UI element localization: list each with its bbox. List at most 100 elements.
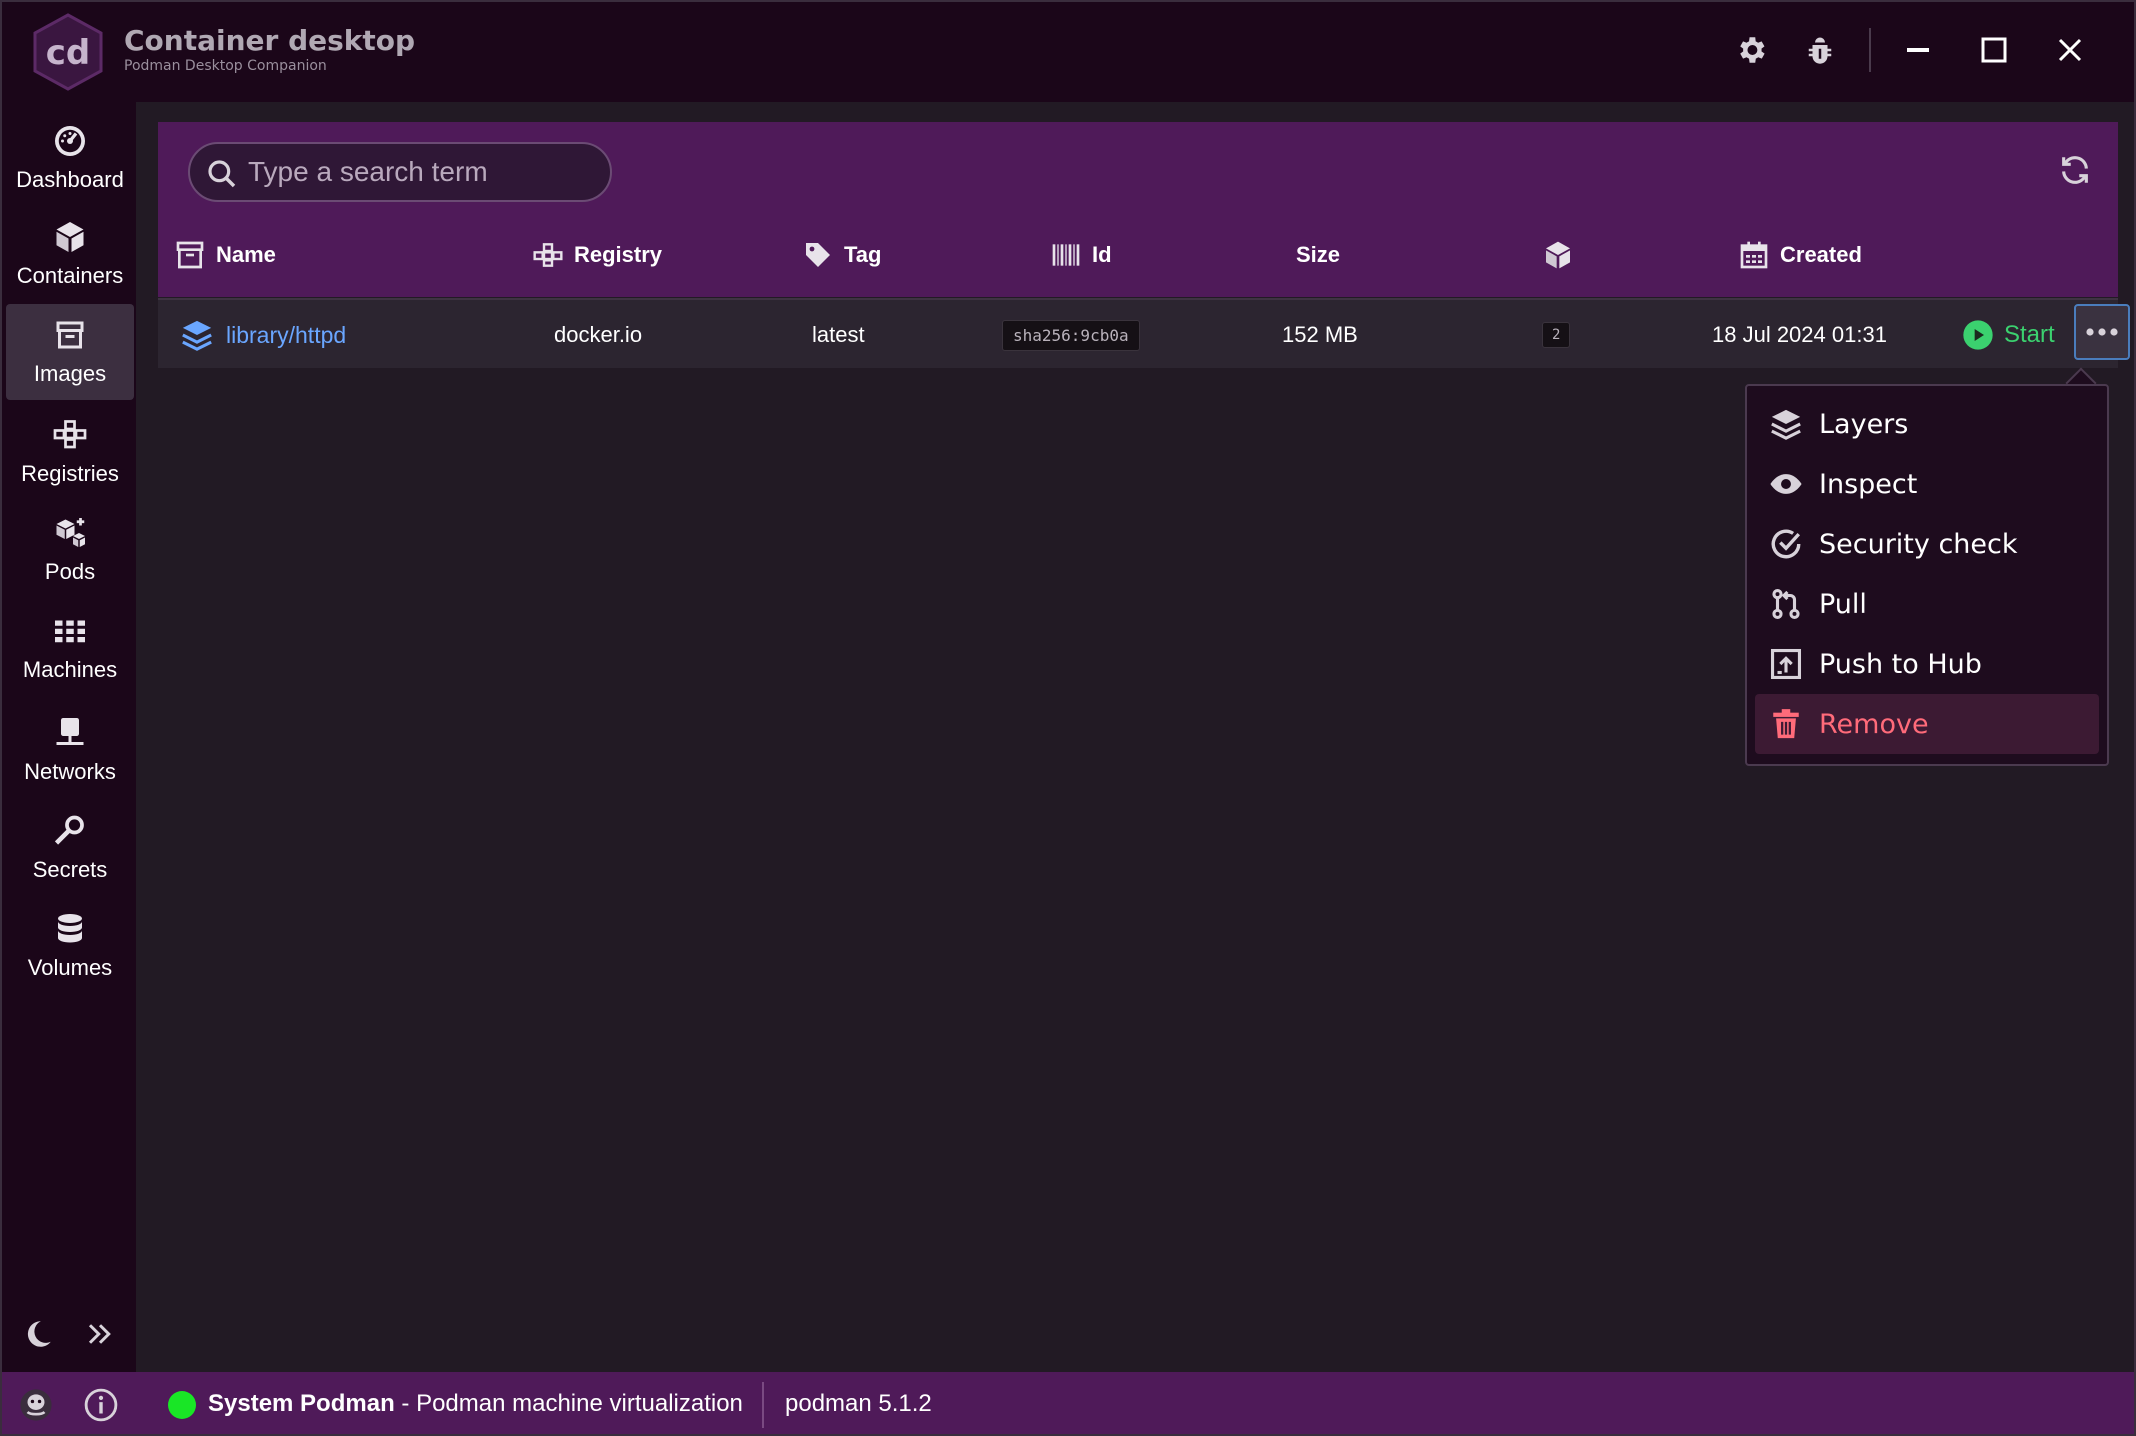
maximize-button[interactable] (1972, 28, 2016, 72)
network-icon (56, 718, 84, 745)
column-label-created: Created (1780, 242, 1862, 267)
sidebar-item-registries[interactable]: Registries (6, 404, 134, 500)
image-registry: docker.io (554, 322, 643, 347)
cube-icon (56, 222, 84, 252)
container-count: 2 (1542, 322, 1571, 348)
image-tag: latest (812, 322, 865, 347)
ellipsis-icon (2086, 328, 2118, 336)
sidebar-item-pods[interactable]: Pods (6, 502, 134, 598)
refresh-button[interactable] (2053, 148, 2097, 192)
sidebar-item-containers[interactable]: Containers (6, 206, 134, 302)
grid-icon (55, 620, 85, 643)
engine-name: System Podman (208, 1390, 395, 1417)
registry-icon (53, 420, 87, 449)
layers-icon (1771, 409, 1801, 440)
image-size: 152 MB (1282, 322, 1358, 347)
expand-sidebar-button[interactable] (78, 1312, 122, 1356)
column-header-size[interactable]: Size (1296, 234, 1340, 276)
column-label-registry: Registry (574, 242, 663, 267)
moon-icon (27, 1321, 51, 1347)
sidebar-item-secrets[interactable]: Secrets (6, 800, 134, 896)
start-button[interactable]: Start (1962, 312, 2055, 358)
sidebar-item-networks[interactable]: Networks (6, 702, 134, 798)
sidebar-label-images: Images (33, 361, 107, 386)
column-label-tag: Tag (844, 242, 882, 267)
image-id-cell: sha256:9cb0a (1002, 300, 1140, 370)
key-icon (54, 815, 84, 845)
sidebar-item-machines[interactable]: Machines (6, 600, 134, 696)
column-header-containers[interactable] (1542, 234, 1574, 276)
check-circle-icon (1771, 529, 1801, 559)
minimize-button[interactable] (1896, 28, 1940, 72)
image-id: sha256:9cb0a (1002, 319, 1140, 351)
theme-toggle-button[interactable] (16, 1312, 60, 1356)
status-separator (762, 1382, 764, 1428)
sidebar-item-volumes[interactable]: Volumes (6, 898, 134, 994)
sidebar-label-registries: Registries (21, 461, 119, 486)
column-header-tag[interactable]: Tag (802, 234, 881, 276)
sidebar-label-machines: Machines (22, 657, 118, 682)
settings-button[interactable] (1729, 28, 1773, 72)
search-box (188, 142, 612, 202)
image-name-link[interactable]: library/httpd (226, 322, 346, 349)
engine-version: podman 5.1.2 (785, 1390, 932, 1417)
status-bar: System Podman - Podman machine virtualiz… (2, 1372, 2134, 1434)
column-header-created[interactable]: Created (1738, 234, 1862, 276)
gauge-icon (55, 126, 85, 156)
cube-icon (1546, 241, 1570, 269)
sidebar: Dashboard Containers Images Registries P… (2, 102, 136, 1372)
sidebar-label-containers: Containers (16, 263, 124, 288)
debug-button[interactable] (1798, 28, 1842, 72)
column-label-size: Size (1296, 242, 1341, 267)
sidebar-label-secrets: Secrets (32, 857, 108, 882)
engine-status-indicator (168, 1391, 196, 1419)
container-count-cell: 2 (1542, 300, 1571, 370)
podman-seal-icon (20, 1389, 52, 1421)
registry-icon (533, 243, 563, 267)
close-button[interactable] (2048, 28, 2092, 72)
podman-button[interactable] (14, 1383, 58, 1427)
eye-icon (1770, 474, 1802, 494)
title-bar: cd Container desktop Podman Desktop Comp… (2, 2, 2134, 102)
tag-icon (806, 243, 830, 267)
menu-label-pull: Pull (1819, 588, 1867, 620)
refresh-icon (2062, 156, 2088, 184)
upload-icon (1770, 648, 1802, 680)
trash-icon (1773, 709, 1799, 739)
menu-item-remove[interactable]: Remove (1755, 694, 2099, 754)
box-icon (56, 321, 84, 349)
image-created: 18 Jul 2024 01:31 (1712, 322, 1887, 347)
cubes-icon (56, 518, 85, 547)
menu-item-inspect[interactable]: Inspect (1755, 454, 2099, 514)
app-window: cd Container desktop Podman Desktop Comp… (0, 0, 2136, 1436)
sidebar-label-networks: Networks (24, 759, 116, 784)
info-button[interactable] (79, 1383, 123, 1427)
column-header-registry[interactable]: Registry (532, 234, 662, 276)
app-logo: cd (33, 13, 103, 91)
titlebar-separator (1869, 28, 1871, 72)
chevrons-right-icon (88, 1324, 111, 1344)
menu-item-pull[interactable]: Pull (1755, 574, 2099, 634)
column-label-id: Id (1092, 242, 1112, 267)
menu-item-push-to-hub[interactable]: Push to Hub (1755, 634, 2099, 694)
column-header-id[interactable]: Id (1050, 234, 1112, 276)
engine-status: System Podman - Podman machine virtualiz… (208, 1390, 743, 1418)
table-row[interactable]: library/httpd docker.io latest sha256:9c… (158, 298, 2130, 370)
sidebar-item-images[interactable]: Images (6, 304, 134, 400)
search-input[interactable] (248, 156, 588, 188)
close-icon (2058, 38, 2082, 62)
sidebar-item-dashboard[interactable]: Dashboard (6, 110, 134, 206)
menu-item-security-check[interactable]: Security check (1755, 514, 2099, 574)
column-header-name[interactable]: Name (174, 234, 276, 276)
images-toolbar: Name Registry Tag Id Size Creat (158, 122, 2118, 297)
barcode-icon (1052, 244, 1080, 266)
database-icon (58, 914, 82, 943)
gear-icon (1740, 37, 1765, 63)
svg-text:cd: cd (46, 33, 91, 73)
menu-item-layers[interactable]: Layers (1755, 394, 2099, 454)
maximize-icon (1981, 37, 2007, 63)
search-icon (208, 160, 236, 188)
box-icon (176, 241, 204, 269)
more-actions-button[interactable] (2074, 304, 2130, 360)
menu-label-remove: Remove (1819, 708, 1929, 740)
